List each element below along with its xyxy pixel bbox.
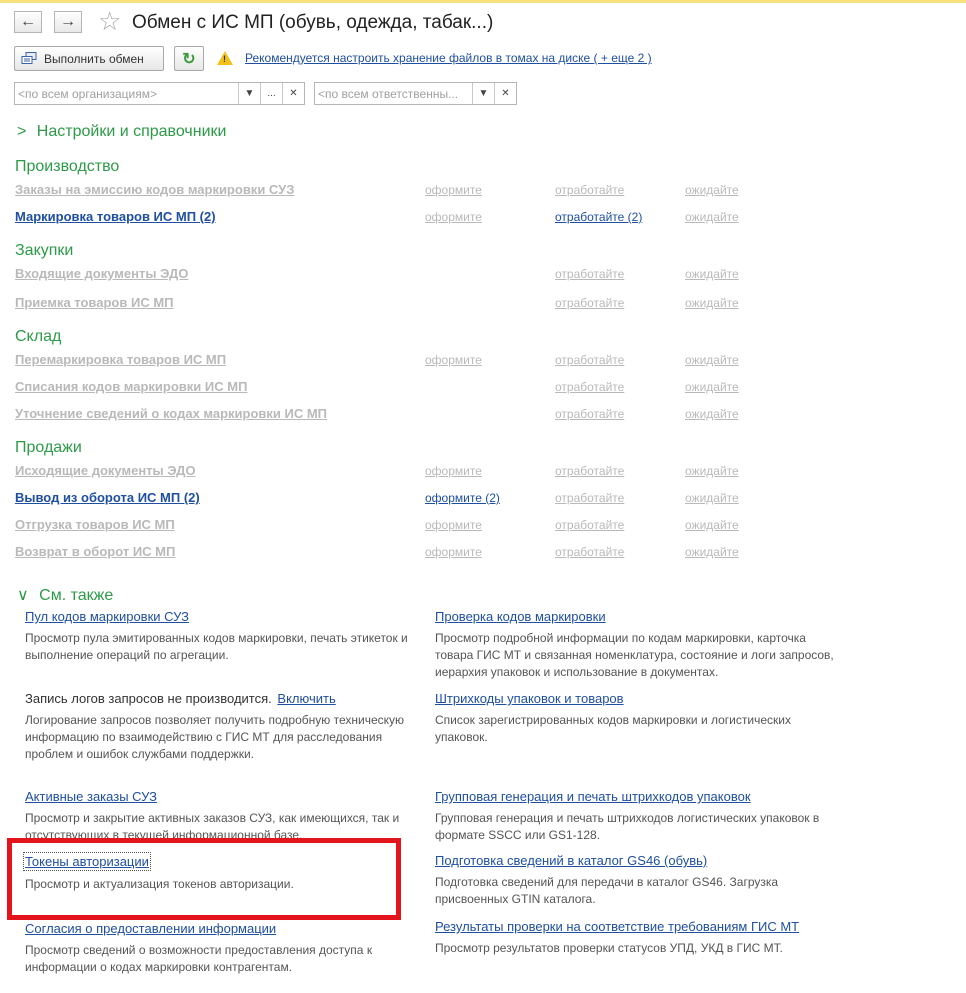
desc-request-log: Логирование запросов позволяет получить … [25, 713, 405, 761]
status-wait[interactable]: ожидайте [685, 296, 739, 310]
status-wait[interactable]: ожидайте [685, 464, 739, 478]
item-code-clarification[interactable]: Уточнение сведений о кодах маркировки ИС… [15, 406, 327, 421]
link-code-check[interactable]: Проверка кодов маркировки [435, 609, 606, 624]
request-log-text: Запись логов запросов не производится. [25, 691, 272, 706]
arrow-right-icon: → [60, 13, 76, 30]
responsible-filter[interactable]: <по всем ответственны... ▼ ✕ [314, 82, 517, 105]
desc-gs46-catalog: Подготовка сведений для передачи в катал… [435, 875, 779, 906]
settings-section-toggle[interactable]: > Настройки и справочники [17, 123, 226, 141]
chevron-down-icon: ∨ [17, 587, 29, 604]
item-return-circulation[interactable]: Возврат в оборот ИС МП [15, 544, 175, 559]
status-process[interactable]: отработайте [555, 464, 624, 478]
item-goods-acceptance[interactable]: Приемка товаров ИС МП [15, 295, 174, 310]
refresh-icon: ↻ [182, 50, 196, 68]
highlight-box [7, 838, 401, 920]
forward-button[interactable]: → [54, 11, 82, 33]
item-remarking[interactable]: Перемаркировка товаров ИС МП [15, 352, 226, 367]
status-fill[interactable]: оформите [425, 545, 482, 559]
see-also-label: См. также [39, 587, 114, 604]
item-suz-emission-orders[interactable]: Заказы на эмиссию кодов маркировки СУЗ [15, 182, 294, 197]
status-fill[interactable]: оформите [425, 210, 482, 224]
status-wait[interactable]: ожидайте [685, 210, 739, 224]
status-process[interactable]: отработайте [555, 407, 624, 421]
status-wait[interactable]: ожидайте [685, 267, 739, 281]
enable-logging-link[interactable]: Включить [277, 691, 335, 706]
status-fill[interactable]: оформите [425, 464, 482, 478]
link-info-consents[interactable]: Согласия о предоставлении информации [25, 921, 276, 936]
link-package-barcodes[interactable]: Штрихкоды упаковок и товаров [435, 691, 624, 706]
dropdown-arrow-icon[interactable]: ▼ [238, 83, 260, 104]
status-process[interactable]: отработайте [555, 518, 624, 532]
select-more-icon[interactable]: ... [260, 83, 282, 104]
dropdown-arrow-icon[interactable]: ▼ [472, 83, 494, 104]
chevron-right-icon: > [17, 123, 27, 140]
desc-compliance-results: Просмотр результатов проверки статусов У… [435, 941, 783, 955]
item-goods-shipment[interactable]: Отгрузка товаров ИС МП [15, 517, 175, 532]
clear-icon[interactable]: ✕ [494, 83, 516, 104]
status-wait[interactable]: ожидайте [685, 353, 739, 367]
arrow-left-icon: ← [20, 13, 36, 30]
status-wait[interactable]: ожидайте [685, 183, 739, 197]
page-title: Обмен с ИС МП (обувь, одежда, табак...) [132, 12, 494, 33]
storage-warning-link[interactable]: Рекомендуется настроить хранение файлов … [245, 51, 652, 65]
exchange-icon [21, 52, 37, 65]
status-wait[interactable]: ожидайте [685, 407, 739, 421]
group-sales-heading: Продажи [15, 439, 82, 456]
refresh-button[interactable]: ↻ [174, 46, 204, 71]
desc-suz-code-pool: Просмотр пула эмитированных кодов маркир… [25, 631, 408, 662]
execute-exchange-button[interactable]: Выполнить обмен [14, 46, 164, 71]
status-process[interactable]: отработайте [555, 491, 624, 505]
desc-info-consents: Просмотр сведений о возможности предоста… [25, 943, 373, 974]
request-log-status: Запись логов запросов не производится. В… [25, 691, 336, 706]
window-top-strip [0, 0, 966, 3]
desc-code-check: Просмотр подробной информации по кодам м… [435, 631, 834, 679]
status-wait[interactable]: ожидайте [685, 545, 739, 559]
link-suz-code-pool[interactable]: Пул кодов маркировки СУЗ [25, 609, 189, 624]
group-purchases-heading: Закупки [15, 242, 74, 259]
status-process[interactable]: отработайте [555, 380, 624, 394]
link-group-barcode-print[interactable]: Групповая генерация и печать штрихкодов … [435, 789, 751, 804]
organization-filter[interactable]: <по всем организациям> ▼ ... ✕ [14, 82, 305, 105]
link-gs46-catalog[interactable]: Подготовка сведений в каталог GS46 (обув… [435, 853, 707, 868]
status-wait[interactable]: ожидайте [685, 380, 739, 394]
status-fill[interactable]: оформите [425, 183, 482, 197]
status-process[interactable]: отработайте [555, 183, 624, 197]
item-code-writeoff[interactable]: Списания кодов маркировки ИС МП [15, 379, 247, 394]
status-process[interactable]: отработайте [555, 545, 624, 559]
see-also-toggle[interactable]: ∨ См. также [17, 585, 113, 605]
status-wait[interactable]: ожидайте [685, 491, 739, 505]
organization-filter-input[interactable]: <по всем организациям> [15, 83, 238, 104]
execute-exchange-label: Выполнить обмен [44, 51, 144, 66]
item-withdrawal[interactable]: Вывод из оборота ИС МП (2) [15, 490, 200, 505]
settings-section-label: Настройки и справочники [36, 123, 227, 140]
status-process[interactable]: отработайте (2) [555, 210, 642, 224]
status-process[interactable]: отработайте [555, 296, 624, 310]
item-goods-marking[interactable]: Маркировка товаров ИС МП (2) [15, 209, 216, 224]
status-wait[interactable]: ожидайте [685, 518, 739, 532]
link-active-suz-orders[interactable]: Активные заказы СУЗ [25, 789, 157, 804]
back-button[interactable]: ← [14, 11, 42, 33]
item-incoming-edo[interactable]: Входящие документы ЭДО [15, 266, 188, 281]
status-fill[interactable]: оформите (2) [425, 491, 500, 505]
desc-group-barcode-print: Групповая генерация и печать штрихкодов … [435, 811, 820, 842]
warning-icon: ! [217, 51, 233, 65]
group-warehouse-heading: Склад [15, 328, 62, 345]
group-production-heading: Производство [15, 158, 120, 175]
item-outgoing-edo[interactable]: Исходящие документы ЭДО [15, 463, 196, 478]
status-fill[interactable]: оформите [425, 518, 482, 532]
favorite-star-icon[interactable]: ☆ [98, 8, 121, 34]
clear-icon[interactable]: ✕ [282, 83, 304, 104]
status-process[interactable]: отработайте [555, 353, 624, 367]
link-compliance-results[interactable]: Результаты проверки на соответствие треб… [435, 919, 799, 934]
status-process[interactable]: отработайте [555, 267, 624, 281]
status-fill[interactable]: оформите [425, 353, 482, 367]
desc-package-barcodes: Список зарегистрированных кодов маркиров… [435, 713, 791, 744]
responsible-filter-input[interactable]: <по всем ответственны... [315, 83, 472, 104]
